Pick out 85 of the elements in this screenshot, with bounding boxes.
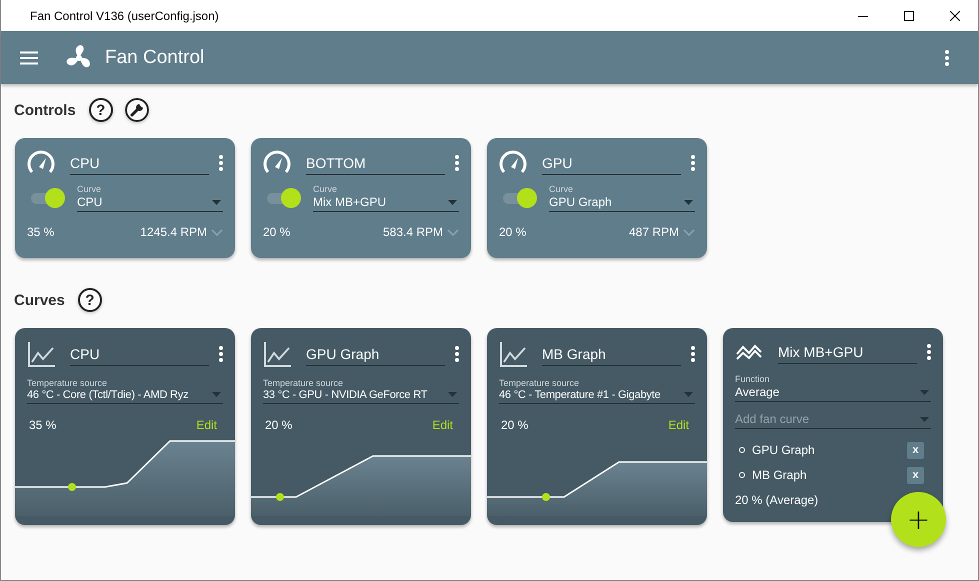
name-field[interactable]: GPU xyxy=(542,151,681,175)
field-label: Curve xyxy=(313,184,338,194)
result-text: 20 % (Average) xyxy=(735,493,820,507)
edit-link[interactable]: Edit xyxy=(432,418,453,432)
more-icon[interactable] xyxy=(945,50,949,66)
section-heading: Controls xyxy=(14,102,76,118)
field-value: GPU Graph xyxy=(549,195,613,209)
field-label: Temperature source xyxy=(263,378,344,388)
wrench-icon[interactable] xyxy=(124,98,149,122)
field-label: Curve xyxy=(549,184,574,194)
temperature-source-dropdown[interactable]: Temperature source 33 °C - GPU - NVIDIA GeForce RT xyxy=(263,378,459,404)
field-label: Function xyxy=(735,374,771,384)
maximize-icon[interactable] xyxy=(904,10,914,20)
percent-text: 20 % xyxy=(265,418,294,432)
temperature-source-dropdown[interactable]: Temperature source 46 °C - Temperature #1 - Gigabyte xyxy=(499,378,695,404)
rpm-text: 487 RPM xyxy=(628,225,679,239)
temperature-source-dropdown[interactable]: Temperature source 46 °C - Core (Tctl/Tdie) - AMD Ryz xyxy=(27,378,223,404)
field-value: CPU xyxy=(77,195,104,209)
rpm-text: 1245.4 RPM xyxy=(140,225,207,239)
field-value: Average xyxy=(735,385,780,399)
remove-button[interactable]: x xyxy=(907,466,924,484)
gauge-icon xyxy=(263,150,291,176)
curve-dropdown[interactable]: Curve CPU xyxy=(77,184,223,212)
window-title: Fan Control V136 (userConfig.json) xyxy=(30,8,220,22)
percent-text: 35 % xyxy=(27,225,56,239)
bullet-icon xyxy=(739,472,745,478)
name-field[interactable]: GPU Graph xyxy=(306,342,445,366)
dropdown-caret-icon xyxy=(920,390,929,395)
edit-link[interactable]: Edit xyxy=(196,418,217,432)
field-value: Mix MB+GPU xyxy=(313,195,388,209)
close-icon[interactable] xyxy=(950,10,960,20)
field-label: Curve xyxy=(77,184,102,194)
placeholder-text: Add fan curve xyxy=(735,412,810,426)
bullet-icon xyxy=(739,447,745,453)
more-icon[interactable] xyxy=(219,155,223,171)
more-icon[interactable] xyxy=(455,155,459,171)
line-chart-icon xyxy=(27,340,55,368)
toggle-switch[interactable] xyxy=(31,186,65,210)
line-chart-icon xyxy=(499,340,527,368)
name-field[interactable]: MB Graph xyxy=(542,342,681,366)
more-icon[interactable] xyxy=(927,344,931,360)
curve-dropdown[interactable]: Curve Mix MB+GPU xyxy=(313,184,459,212)
percent-text: 20 % xyxy=(499,225,528,239)
section-heading: Curves xyxy=(14,292,65,308)
toggle-switch[interactable] xyxy=(503,186,537,210)
percent-text: 35 % xyxy=(29,418,58,432)
dropdown-caret-icon xyxy=(920,417,929,422)
name-field[interactable]: BOTTOM xyxy=(306,151,445,175)
more-icon[interactable] xyxy=(219,346,223,362)
percent-text: 20 % xyxy=(501,418,530,432)
field-value: 33 °C - GPU - NVIDIA GeForce RT xyxy=(263,389,428,401)
menu-icon[interactable] xyxy=(20,50,38,64)
field-label: Temperature source xyxy=(27,378,108,388)
rpm-text: 583.4 RPM xyxy=(382,225,443,239)
gauge-icon xyxy=(499,150,527,176)
gauge-icon xyxy=(27,150,55,176)
field-label: Temperature source xyxy=(499,378,580,388)
curve-name: GPU Graph xyxy=(752,443,816,457)
more-icon[interactable] xyxy=(455,346,459,362)
remove-button[interactable]: x xyxy=(907,442,924,458)
dropdown-caret-icon xyxy=(684,200,693,205)
dropdown-caret-icon xyxy=(212,200,221,205)
app-title: Fan Control xyxy=(105,46,206,68)
dropdown-caret-icon xyxy=(448,392,457,397)
more-icon[interactable] xyxy=(691,155,695,171)
add-fan-curve-dropdown[interactable]: Add fan curve xyxy=(735,412,931,429)
curve-name: MB Graph xyxy=(752,468,808,482)
dropdown-caret-icon xyxy=(448,200,457,205)
field-value: 46 °C - Temperature #1 - Gigabyte xyxy=(499,389,662,401)
name-field[interactable]: CPU xyxy=(70,342,209,366)
more-icon[interactable] xyxy=(691,346,695,362)
curve-dropdown[interactable]: Curve GPU Graph xyxy=(549,184,695,212)
edit-link[interactable]: Edit xyxy=(668,418,689,432)
percent-text: 20 % xyxy=(263,225,292,239)
add-button[interactable]: + xyxy=(891,492,946,547)
line-chart-icon xyxy=(263,340,291,368)
name-field[interactable]: Mix MB+GPU xyxy=(778,340,917,364)
function-dropdown[interactable]: Function Average xyxy=(735,374,931,402)
toggle-switch[interactable] xyxy=(267,186,301,210)
help-button[interactable]: ? xyxy=(78,288,102,312)
help-button[interactable]: ? xyxy=(88,98,113,122)
field-value: 46 °C - Core (Tctl/Tdie) - AMD Ryz xyxy=(27,389,190,401)
dropdown-caret-icon xyxy=(684,392,693,397)
name-field[interactable]: CPU xyxy=(70,151,209,175)
dropdown-caret-icon xyxy=(212,392,221,397)
